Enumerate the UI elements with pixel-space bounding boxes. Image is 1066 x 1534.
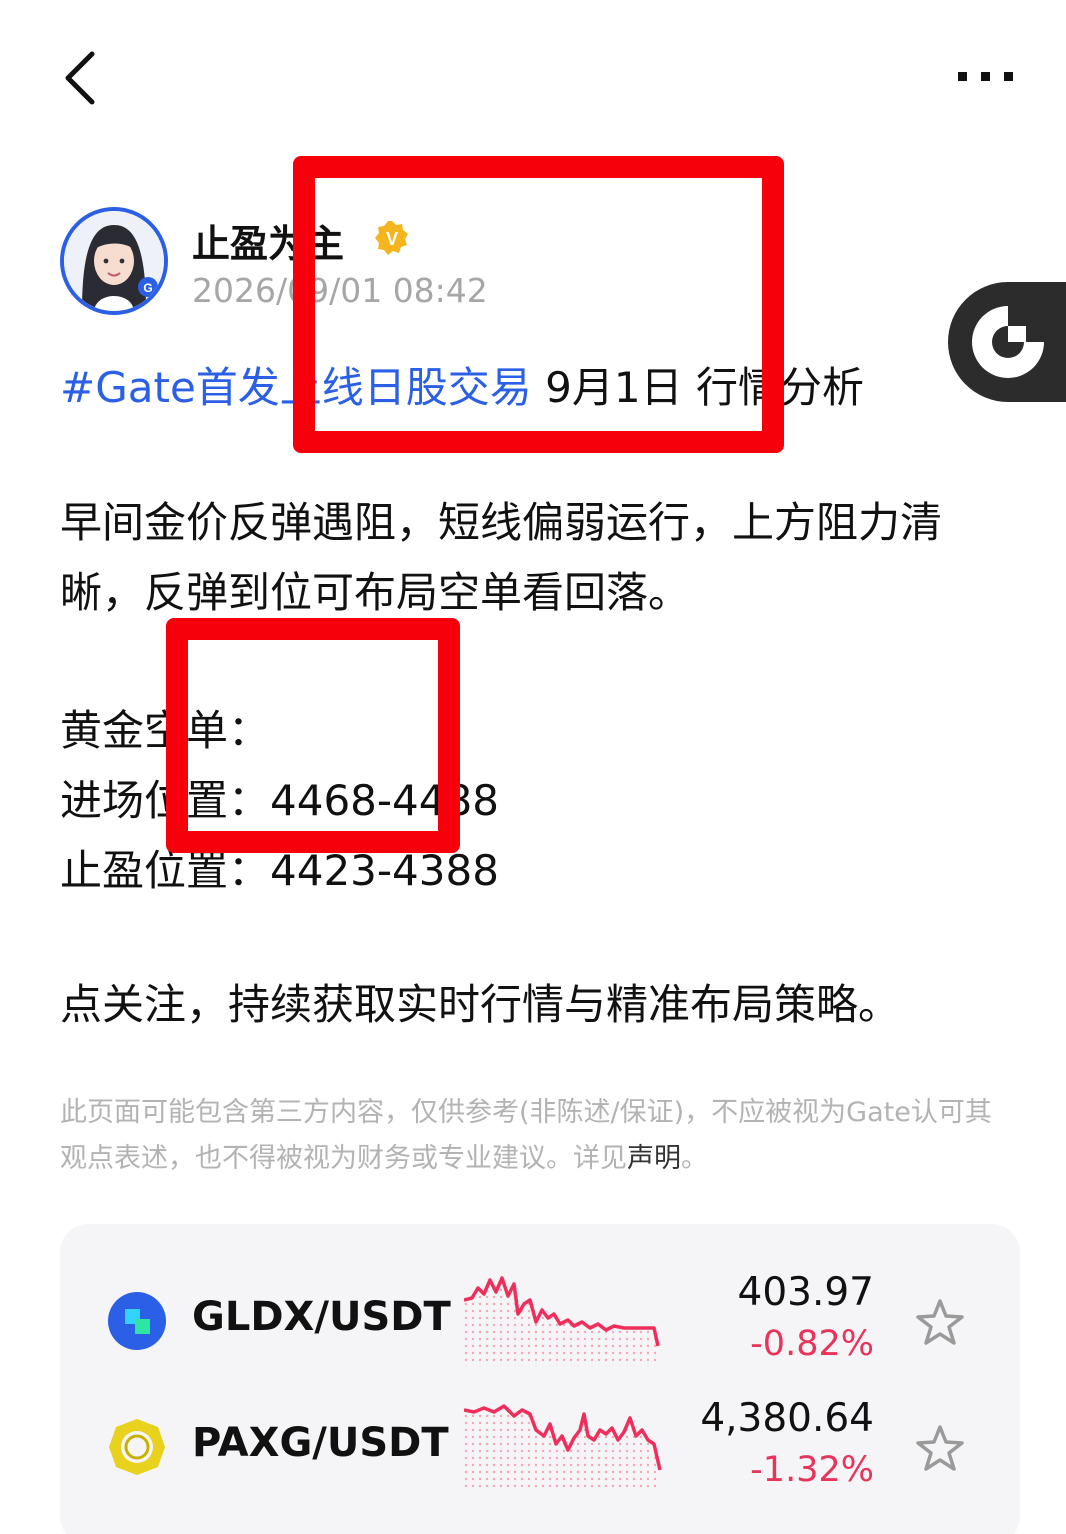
ticker-price: 4,380.64 <box>700 1396 874 1441</box>
disclaimer: 此页面可能包含第三方内容，仅供参考(非陈述/保证)，不应被视为Gate认可其观点… <box>60 1090 1010 1182</box>
post-title: #Gate首发上线日股交易 9月1日 行情分析 <box>60 360 864 416</box>
ticker-pair: GLDX/USDT <box>192 1294 451 1340</box>
related-tickers-card: GLDX/USDT 403.97 -0.82% PAXG/USDT 4,380.… <box>60 1224 1020 1534</box>
disclaimer-text: 此页面可能包含第三方内容，仅供参考(非陈述/保证)，不应被视为Gate认可其观点… <box>60 1097 992 1174</box>
gate-logo-icon <box>972 306 1048 378</box>
svg-text:G: G <box>143 281 152 295</box>
ticker-row[interactable]: GLDX/USDT 403.97 -0.82% <box>60 1260 1020 1380</box>
favorite-star-icon[interactable] <box>914 1298 966 1348</box>
gldx-coin-icon <box>108 1292 166 1350</box>
follow-cta: 点关注，持续获取实时行情与精准布局策略。 <box>60 980 901 1029</box>
take-profit-position: 止盈位置：4423-4388 <box>60 846 499 895</box>
entry-position: 进场位置：4468-4488 <box>60 776 499 825</box>
body-line: 晰，反弹到位可布局空单看回落。 <box>60 568 691 617</box>
ticker-change: -1.32% <box>750 1450 874 1490</box>
post-timestamp: 2026/09/01 08:42 <box>192 271 488 310</box>
ticker-row[interactable]: PAXG/USDT 4,380.64 -1.32% <box>60 1386 1020 1506</box>
body-line: 早间金价反弹遇阻，短线偏弱运行，上方阻力清 <box>60 498 943 547</box>
avatar-illustration: G <box>64 211 164 311</box>
paxg-coin-icon <box>109 1419 165 1475</box>
post-title-text: 9月1日 行情分析 <box>531 363 864 412</box>
back-button[interactable] <box>58 48 106 108</box>
favorite-star-icon[interactable] <box>914 1424 966 1474</box>
disclaimer-end: 。 <box>681 1143 708 1174</box>
chevron-left-icon <box>65 51 95 105</box>
more-horizontal-icon <box>958 72 1013 81</box>
disclaimer-link[interactable]: 声明 <box>627 1143 681 1174</box>
author-name[interactable]: 止盈为主 <box>192 213 344 268</box>
ticker-pair: PAXG/USDT <box>192 1420 449 1466</box>
section-title: 黄金空单： <box>60 706 271 755</box>
avatar[interactable]: G <box>60 207 168 315</box>
verified-badge-icon: V <box>373 219 411 257</box>
ticker-price: 403.97 <box>737 1270 874 1315</box>
sparkline-chart <box>464 1276 660 1366</box>
svg-text:V: V <box>386 229 398 249</box>
gate-float-button[interactable] <box>948 282 1066 402</box>
author-header: G 止盈为主 V 2026/09/01 08:42 <box>60 207 760 317</box>
hashtag-link[interactable]: #Gate首发上线日股交易 <box>60 363 532 412</box>
sparkline-chart <box>464 1404 662 1492</box>
more-button[interactable] <box>950 56 1022 96</box>
ticker-change: -0.82% <box>750 1324 874 1364</box>
